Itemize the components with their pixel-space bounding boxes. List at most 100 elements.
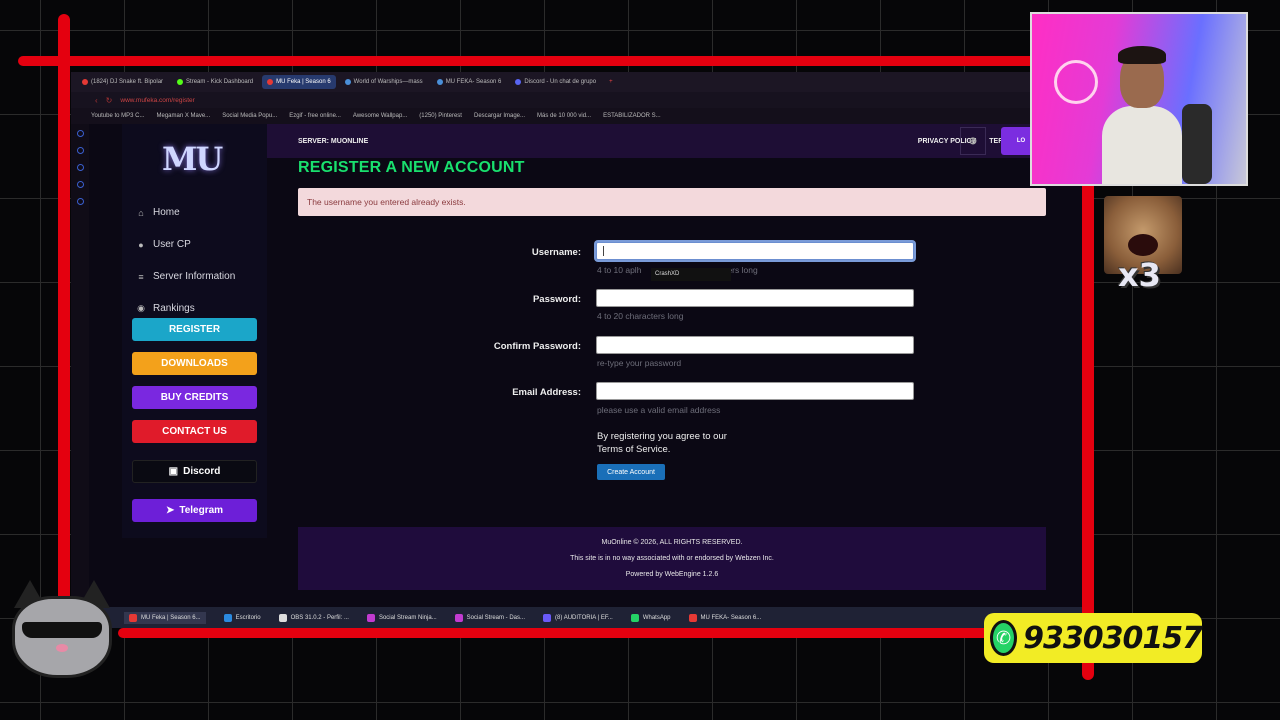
tab-label: MU FEKA- Season 6 (445, 79, 502, 85)
taskbar-item[interactable]: OBS 31.0.2 - Perfil: ... (278, 613, 349, 622)
reload-icon[interactable]: ↻ (106, 96, 113, 105)
sidebar-item-label: Server Information (153, 271, 236, 282)
telegram-button[interactable]: ➤ Telegram (132, 499, 257, 522)
emote-multiplier: x3 (1118, 256, 1161, 294)
browser-tab[interactable]: (1824) DJ Snake ft. Bipolar (77, 75, 168, 89)
bookmark-item[interactable]: Social Media Popu... (222, 113, 277, 119)
user-icon: ● (138, 239, 144, 250)
terms-agreement: By registering you agree to our Terms of… (597, 430, 727, 456)
tab-favicon-icon (436, 79, 443, 85)
language-globe-icon[interactable]: ⊕ (960, 127, 986, 155)
taskbar-item[interactable]: Social Stream Ninja... (366, 613, 437, 622)
app-icon (223, 613, 232, 622)
bookmark-item[interactable]: Megaman X Mave... (156, 113, 210, 119)
downloads-button[interactable]: DOWNLOADS (132, 352, 257, 375)
taskbar-item[interactable]: Escritorio (223, 613, 261, 622)
history-icon[interactable] (76, 164, 84, 171)
taskbar-label: (8) AUDITORIA | EF... (555, 614, 613, 621)
clock-icon[interactable] (76, 181, 84, 188)
taskbar-item[interactable]: MU Feka | Season 6... (124, 611, 206, 624)
autocomplete-suggestion[interactable]: CrashXD (651, 268, 731, 281)
button-label: DOWNLOADS (161, 358, 228, 369)
home-icon: ⌂ (138, 207, 144, 218)
site-footer: MuOnline © 2026, ALL RIGHTS RESERVED. Th… (298, 527, 1046, 590)
taskbar-label: Social Stream Ninja... (378, 614, 437, 621)
taskbar-item[interactable]: Social Stream - Das... (454, 613, 525, 622)
buy-credits-button[interactable]: BUY CREDITS (132, 386, 257, 409)
terms-link[interactable]: Terms of Service. (597, 443, 727, 456)
footer-powered-by[interactable]: Powered by WebEngine 1.2.6 (626, 571, 719, 578)
browser-tab-strip: (1824) DJ Snake ft. Bipolar Stream - Kick… (71, 72, 1082, 92)
taskbar-label: OBS 31.0.2 - Perfil: ... (290, 614, 349, 621)
site-topbar: SERVER: MUONLINE PRIVACY POLICY TERMS OF… (267, 124, 1082, 158)
overlay-frame-right (1082, 180, 1094, 680)
tab-favicon-icon (82, 79, 88, 85)
username-label: Username: (531, 247, 581, 258)
taskbar-item[interactable]: (8) AUDITORIA | EF... (543, 613, 613, 622)
contact-us-button[interactable]: CONTACT US (132, 420, 257, 443)
discord-icon[interactable] (76, 147, 84, 154)
taskbar-item[interactable]: MU FEKA- Season 6... (688, 613, 762, 622)
sunglasses (22, 622, 102, 638)
tab-favicon-icon (515, 79, 522, 85)
overlay-frame-bottom (118, 628, 1088, 638)
site-sidebar: MU ⌂ Home ● User CP ≡ Server Information ◉ Rank… (122, 124, 267, 538)
app-icon (454, 613, 463, 622)
bookmark-item[interactable]: ESTABILIZADOR S... (603, 113, 661, 119)
chat-icon[interactable] (76, 130, 84, 137)
phone-number: 933030157 (1023, 620, 1203, 656)
screen-capture: (1824) DJ Snake ft. Bipolar Stream - Kick… (71, 72, 1082, 628)
site-logo[interactable]: MU (162, 140, 223, 178)
bookmarks-bar: Youtube to MP3 C... Megaman X Mave... Soci… (71, 108, 1082, 124)
extension-icon[interactable] (76, 198, 84, 205)
streamer (1102, 44, 1182, 184)
taskbar-label: MU FEKA- Season 6... (700, 614, 762, 621)
tab-label: World of Warships—mass (353, 79, 423, 85)
email-input[interactable] (596, 382, 914, 400)
overlay-frame-top (18, 56, 1080, 66)
button-label: REGISTER (168, 324, 221, 335)
tab-favicon-icon (267, 79, 274, 85)
bookmark-item[interactable]: Youtube to MP3 C... (91, 113, 144, 119)
ring-light (1054, 60, 1098, 104)
password-input[interactable] (596, 289, 914, 307)
create-account-button[interactable]: Create Account (597, 464, 665, 480)
footer-disclaimer: This site is in no way associated with o… (570, 555, 774, 562)
bookmark-item[interactable]: Ezgif - free online... (289, 113, 341, 119)
app-icon (366, 613, 375, 622)
sidebar-item-rankings[interactable]: ◉ Rankings (136, 303, 195, 314)
sidebar-item-server-information[interactable]: ≡ Server Information (136, 271, 235, 282)
users-icon: ◉ (137, 303, 145, 313)
bookmark-item[interactable]: Awesome Wallpap... (353, 113, 407, 119)
url-bar[interactable]: ‹ ↻ www.mufeka.com/register (71, 92, 1082, 108)
sidebar-item-label: Rankings (153, 303, 195, 314)
browser-tab[interactable]: Discord - Un chat de grupo (510, 75, 601, 89)
confirm-password-input[interactable] (596, 336, 914, 354)
app-icon (543, 613, 552, 622)
bookmark-item[interactable]: (1250) Pinterest (419, 113, 462, 119)
app-icon (630, 613, 639, 622)
windows-taskbar: MU Feka | Season 6... Escritorio OBS 31.0.… (71, 607, 1082, 628)
browser-tab[interactable]: Stream - Kick Dashboard (172, 75, 258, 89)
overlay-frame-left (58, 14, 70, 626)
new-tab-button[interactable]: + (609, 79, 613, 85)
footer-copyright: MuOnline © 2026, ALL RIGHTS RESERVED. (601, 539, 743, 546)
email-hint: please use a valid email address (597, 405, 721, 415)
browser-tab[interactable]: MU Feka | Season 6 (262, 75, 336, 89)
app-icon (278, 613, 287, 622)
register-button[interactable]: REGISTER (132, 318, 257, 341)
username-input[interactable] (596, 242, 914, 260)
sidebar-item-label: Home (153, 207, 180, 218)
password-label: Password: (532, 294, 581, 305)
url-text[interactable]: www.mufeka.com/register (120, 97, 194, 104)
browser-tab[interactable]: World of Warships—mass (340, 75, 428, 89)
back-icon[interactable]: ‹ (95, 96, 98, 105)
tab-label: (1824) DJ Snake ft. Bipolar (91, 79, 164, 85)
bookmark-item[interactable]: Descargar Image... (474, 113, 525, 119)
discord-button[interactable]: ▣ Discord (132, 460, 257, 483)
browser-tab[interactable]: MU FEKA- Season 6 (432, 75, 507, 89)
sidebar-item-home[interactable]: ⌂ Home (136, 207, 180, 218)
taskbar-item[interactable]: WhatsApp (630, 613, 671, 622)
sidebar-item-user-cp[interactable]: ● User CP (136, 239, 191, 250)
bookmark-item[interactable]: Más de 10 000 vid... (537, 113, 591, 119)
